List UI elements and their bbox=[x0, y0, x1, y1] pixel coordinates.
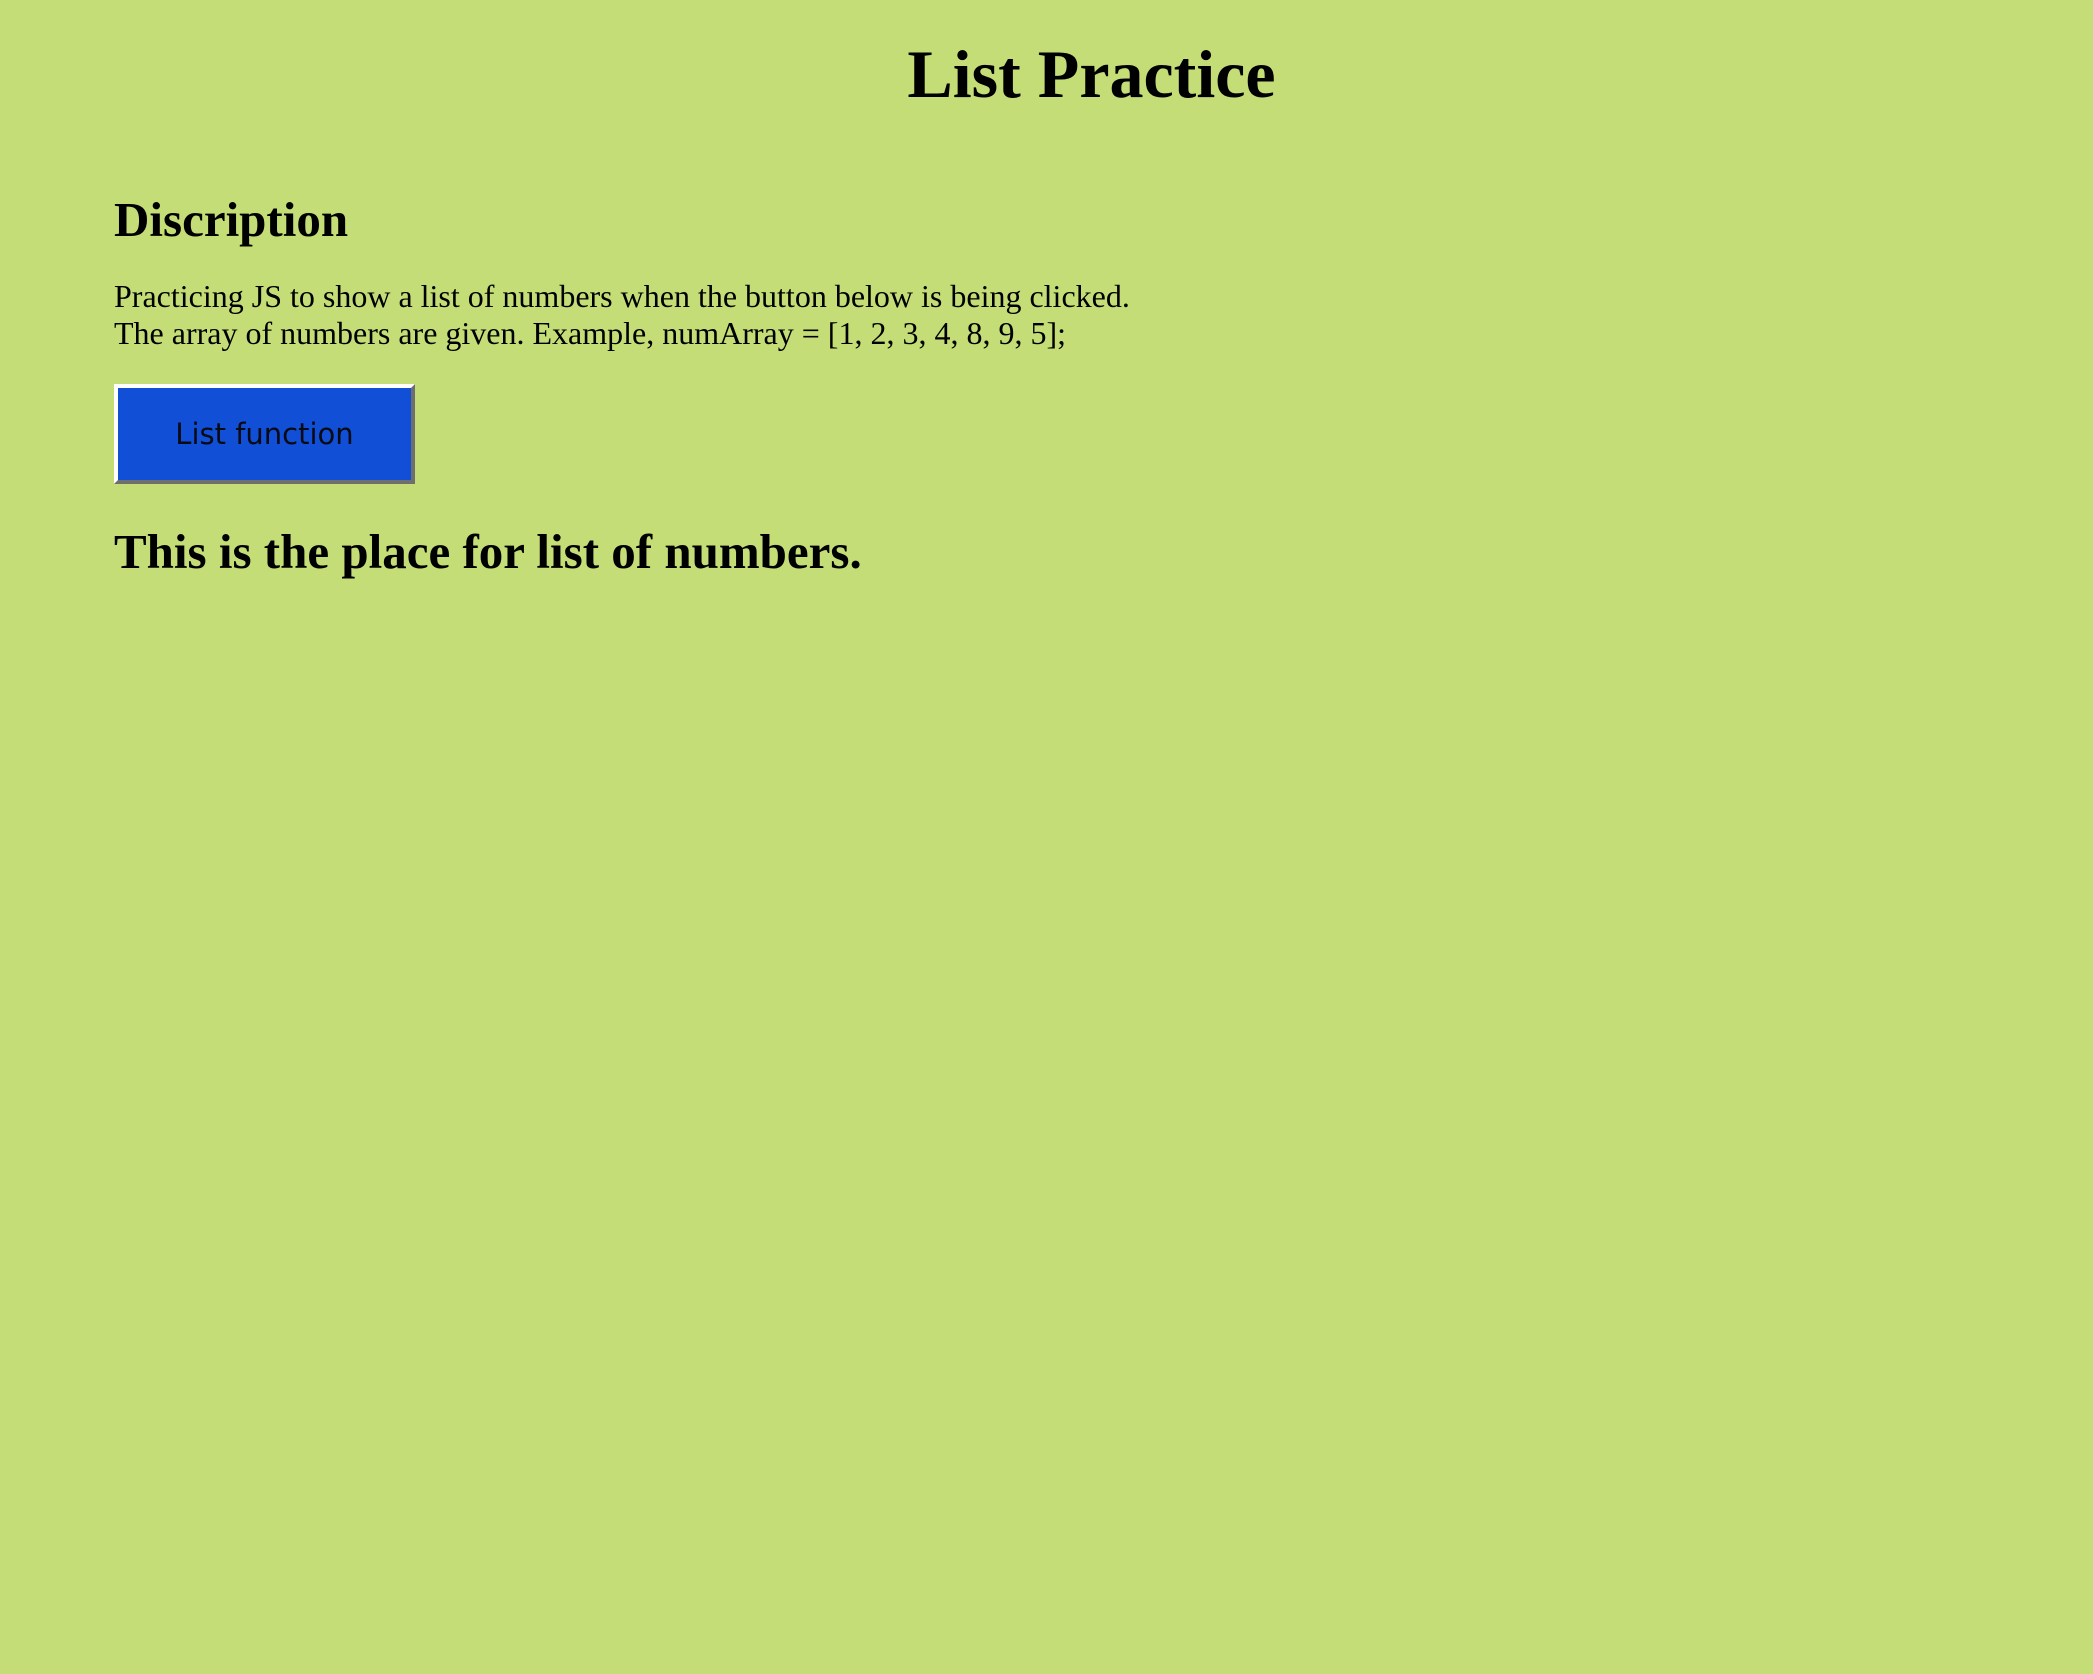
description-heading: Discription bbox=[114, 192, 349, 247]
description-line-1: Practicing JS to show a list of numbers … bbox=[114, 278, 1130, 314]
page-title: List Practice bbox=[907, 36, 1276, 112]
description-text: Practicing JS to show a list of numbers … bbox=[114, 278, 1914, 352]
list-function-button[interactable]: List function bbox=[114, 384, 415, 484]
description-line-2: The array of numbers are given. Example,… bbox=[114, 315, 1066, 351]
list-output: This is the place for list of numbers. bbox=[114, 524, 862, 579]
main-content: Discription Practicing JS to show a list… bbox=[114, 190, 1914, 582]
